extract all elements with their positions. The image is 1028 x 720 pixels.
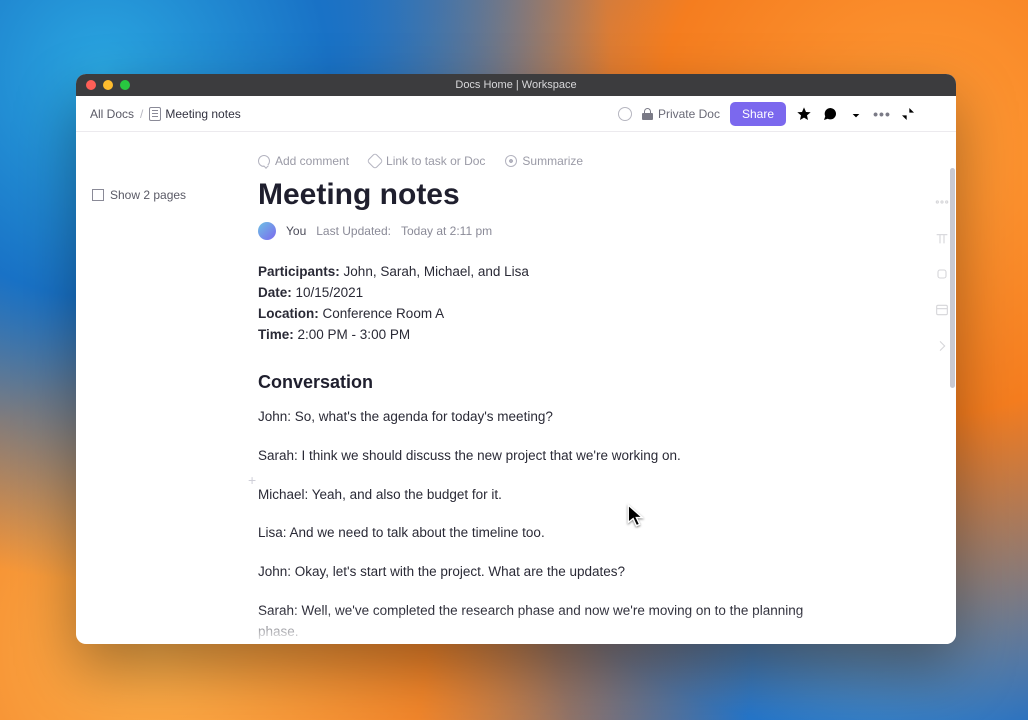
breadcrumb-root[interactable]: All Docs bbox=[90, 107, 134, 121]
content-fade bbox=[244, 610, 956, 644]
date-label: Date: bbox=[258, 285, 292, 300]
conversation-heading[interactable]: Conversation bbox=[258, 372, 806, 393]
participants-value: John, Sarah, Michael, and Lisa bbox=[344, 264, 529, 279]
rail-layout-button[interactable] bbox=[934, 302, 950, 318]
comment-icon bbox=[258, 155, 270, 167]
conversation-body[interactable]: John: So, what's the agenda for today's … bbox=[258, 407, 806, 644]
window-maximize-button[interactable] bbox=[120, 80, 130, 90]
author-avatar[interactable] bbox=[258, 222, 276, 240]
rail-text-button[interactable] bbox=[934, 230, 950, 246]
sparkle-icon bbox=[505, 155, 517, 167]
document-content: + Add comment Link to task or Doc bbox=[244, 132, 956, 644]
breadcrumb: All Docs / Meeting notes bbox=[90, 107, 241, 121]
desktop-wallpaper: Docs Home | Workspace All Docs / Meeting… bbox=[0, 0, 1028, 720]
link-task-action[interactable]: Link to task or Doc bbox=[369, 154, 485, 168]
close-doc-button[interactable] bbox=[926, 106, 942, 122]
date-value: 10/15/2021 bbox=[296, 285, 364, 300]
chat-icon bbox=[822, 106, 838, 122]
rail-more-button[interactable] bbox=[934, 194, 950, 210]
breadcrumb-current[interactable]: Meeting notes bbox=[149, 107, 240, 121]
document-meta: You Last Updated: Today at 2:11 pm bbox=[258, 222, 806, 240]
private-doc-toggle[interactable]: Private Doc bbox=[642, 107, 720, 121]
page-title[interactable]: Meeting notes bbox=[258, 178, 806, 212]
star-icon bbox=[796, 106, 812, 122]
lock-icon bbox=[642, 108, 653, 120]
summarize-action[interactable]: Summarize bbox=[505, 154, 583, 168]
window-title: Docs Home | Workspace bbox=[76, 79, 956, 91]
window-titlebar: Docs Home | Workspace bbox=[76, 74, 956, 96]
document-icon bbox=[149, 107, 161, 121]
pages-icon bbox=[92, 189, 104, 201]
private-doc-label: Private Doc bbox=[658, 107, 720, 121]
left-sidebar: Show 2 pages bbox=[76, 132, 244, 644]
more-options-button[interactable]: ••• bbox=[874, 106, 890, 122]
conversation-line: Michael: Yeah, and also the budget for i… bbox=[258, 485, 806, 506]
download-button[interactable] bbox=[848, 106, 864, 122]
window-close-button[interactable] bbox=[86, 80, 96, 90]
show-pages-label: Show 2 pages bbox=[110, 188, 186, 202]
author-name[interactable]: You bbox=[286, 224, 306, 238]
collapse-button[interactable] bbox=[900, 106, 916, 122]
meeting-fields[interactable]: Participants: John, Sarah, Michael, and … bbox=[258, 262, 806, 346]
updated-label: Last Updated: bbox=[316, 224, 391, 238]
location-value: Conference Room A bbox=[323, 306, 445, 321]
share-button[interactable]: Share bbox=[730, 102, 786, 126]
conversation-line: John: Okay, let's start with the project… bbox=[258, 562, 806, 583]
close-icon bbox=[926, 106, 942, 122]
top-toolbar: All Docs / Meeting notes Private Doc Sha… bbox=[76, 96, 956, 132]
window-controls bbox=[86, 80, 130, 90]
add-comment-label: Add comment bbox=[275, 154, 349, 168]
time-value: 2:00 PM - 3:00 PM bbox=[298, 327, 411, 342]
breadcrumb-current-label: Meeting notes bbox=[165, 107, 240, 121]
conversation-line: Sarah: I think we should discuss the new… bbox=[258, 446, 806, 467]
document-body: Show 2 pages + Add comment Link to task … bbox=[76, 132, 956, 644]
participants-label: Participants: bbox=[258, 264, 340, 279]
add-comment-action[interactable]: Add comment bbox=[258, 154, 349, 168]
conversation-line: Lisa: And we need to talk about the time… bbox=[258, 523, 806, 544]
rail-link-button[interactable] bbox=[934, 266, 950, 282]
collapse-icon bbox=[900, 106, 916, 122]
favorite-button[interactable] bbox=[796, 106, 812, 122]
window-minimize-button[interactable] bbox=[103, 80, 113, 90]
rail-expand-button[interactable] bbox=[934, 338, 950, 354]
comments-button[interactable] bbox=[822, 106, 838, 122]
link-icon bbox=[367, 153, 384, 170]
download-icon bbox=[848, 106, 864, 122]
time-label: Time: bbox=[258, 327, 294, 342]
link-task-label: Link to task or Doc bbox=[386, 154, 485, 168]
right-rail bbox=[934, 194, 950, 354]
app-window: Docs Home | Workspace All Docs / Meeting… bbox=[76, 74, 956, 644]
conversation-line: John: So, what's the agenda for today's … bbox=[258, 407, 806, 428]
location-label: Location: bbox=[258, 306, 319, 321]
breadcrumb-separator: / bbox=[140, 107, 143, 121]
add-block-gutter-button[interactable]: + bbox=[248, 472, 256, 488]
theme-icon[interactable] bbox=[618, 107, 632, 121]
document-actions-row: Add comment Link to task or Doc Summariz… bbox=[258, 154, 806, 168]
show-pages-toggle[interactable]: Show 2 pages bbox=[92, 188, 234, 202]
summarize-label: Summarize bbox=[522, 154, 583, 168]
updated-value: Today at 2:11 pm bbox=[401, 224, 492, 238]
